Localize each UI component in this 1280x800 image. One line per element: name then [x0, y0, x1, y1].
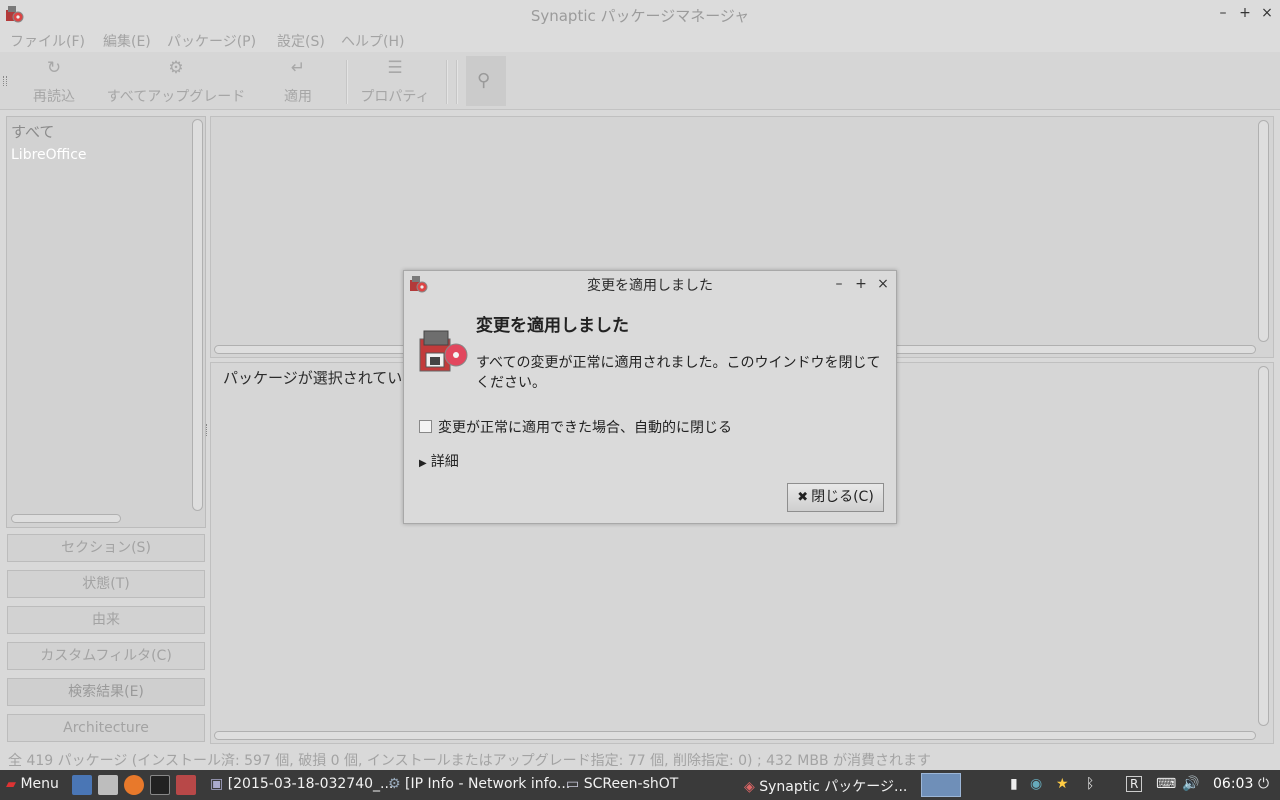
- r-indicator-icon[interactable]: R: [1126, 776, 1143, 792]
- changes-applied-dialog: 変更を適用しました – + × 変更を適用しました すべての変更が正常に適用され…: [403, 270, 897, 524]
- package-list-vertical-scrollbar[interactable]: [1258, 120, 1269, 342]
- bluetooth-icon[interactable]: ᛒ: [1086, 776, 1094, 792]
- filter-custom-button[interactable]: カスタムフィルタ(C): [7, 642, 205, 670]
- auto-close-label[interactable]: 変更が正常に適用できた場合、自動的に閉じる: [438, 417, 732, 437]
- details-expander[interactable]: ▶ 詳細: [419, 451, 459, 471]
- category-item-all[interactable]: すべて: [11, 121, 54, 142]
- description-horizontal-scrollbar[interactable]: [214, 731, 1256, 740]
- maximize-button[interactable]: +: [1236, 4, 1254, 22]
- apply-button[interactable]: ↵ 適用: [272, 56, 324, 106]
- reload-button[interactable]: ↻ 再読込: [26, 56, 82, 106]
- dialog-title: 変更を適用しました: [587, 278, 713, 294]
- upgrade-all-button[interactable]: ⚙ すべてアップグレード: [100, 56, 252, 106]
- toolbar-separator: [346, 60, 348, 104]
- filter-origin-button[interactable]: 由来: [7, 606, 205, 634]
- reload-label: 再読込: [33, 89, 75, 105]
- clock[interactable]: 06:03: [1213, 776, 1253, 792]
- menu-package[interactable]: パッケージ(P): [167, 31, 256, 51]
- task-screenshot-file[interactable]: ▣ [2015-03-18-032740_...: [210, 776, 393, 792]
- minimize-button[interactable]: –: [1214, 4, 1232, 22]
- show-desktop-icon[interactable]: [72, 775, 92, 795]
- dialog-close-label: 閉じる(C): [811, 489, 874, 505]
- dialog-titlebar[interactable]: 変更を適用しました – + ×: [404, 271, 896, 297]
- close-button[interactable]: ×: [1258, 4, 1276, 22]
- synaptic-task-icon: ◈: [744, 779, 755, 795]
- power-icon[interactable]: ⏻: [1258, 776, 1269, 792]
- category-item-libreoffice[interactable]: LibreOffice: [11, 147, 87, 163]
- terminal-icon[interactable]: [150, 775, 170, 795]
- task-label: SCReen-shOT: [583, 776, 679, 792]
- start-menu-button[interactable]: ▰ Menu: [6, 776, 59, 792]
- toolbar-grip[interactable]: [3, 76, 7, 86]
- dialog-close-icon[interactable]: ×: [875, 275, 891, 293]
- workspace-switcher[interactable]: [921, 773, 961, 797]
- window-title: Synaptic パッケージマネージャ: [530, 7, 750, 25]
- expander-arrow-icon: ▶: [419, 458, 427, 469]
- dialog-heading: 変更を適用しました: [476, 316, 629, 336]
- window-titlebar[interactable]: Synaptic パッケージマネージャ – + ×: [0, 0, 1280, 28]
- close-icon: ✖: [797, 490, 809, 505]
- auto-close-checkbox[interactable]: [419, 420, 432, 433]
- dialog-maximize-button[interactable]: +: [853, 275, 869, 293]
- clipboard-icon[interactable]: ▮: [1010, 776, 1018, 792]
- task-ip-info[interactable]: ⚙ [IP Info - Network info...: [388, 776, 570, 792]
- properties-button[interactable]: ☰ プロパティ: [354, 56, 436, 106]
- toolbar-separator: [446, 60, 448, 104]
- menu-settings[interactable]: 設定(S): [277, 31, 325, 51]
- taskbar: ▰ Menu ▣ [2015-03-18-032740_... ⚙ [IP In…: [0, 770, 1280, 800]
- synaptic-launcher-icon[interactable]: [176, 775, 196, 795]
- upgrade-all-label: すべてアップグレード: [106, 89, 246, 105]
- toolbar: ↻ 再読込 ⚙ すべてアップグレード ↵ 適用 ☰ プロパティ ⚲: [0, 52, 1280, 110]
- properties-icon: ☰: [387, 58, 403, 78]
- dialog-close-button[interactable]: ✖ 閉じる(C): [787, 483, 884, 512]
- status-bar: 全 419 パッケージ (インストール済: 597 個, 破損 0 個, インス…: [0, 748, 1280, 770]
- task-label: [2015-03-18-032740_...: [227, 776, 394, 792]
- filter-architecture-button[interactable]: Architecture: [7, 714, 205, 742]
- gear-icon: ⚙: [168, 58, 184, 78]
- properties-label: プロパティ: [360, 89, 430, 105]
- description-text: パッケージが選択されてい: [223, 369, 403, 387]
- reload-icon: ↻: [46, 58, 62, 78]
- start-menu-label: Menu: [20, 776, 59, 792]
- pane-resize-handle[interactable]: [206, 424, 209, 436]
- task-label: Synaptic パッケージ...: [759, 779, 908, 795]
- filter-search-results-button[interactable]: 検索結果(E): [7, 678, 205, 706]
- update-notifier-icon[interactable]: ★: [1056, 776, 1069, 792]
- menu-file[interactable]: ファイル(F): [10, 31, 85, 51]
- network-manager-icon[interactable]: ◉: [1030, 776, 1042, 792]
- search-icon: ⚲: [477, 70, 491, 91]
- filter-sections-button[interactable]: セクション(S): [7, 534, 205, 562]
- category-list[interactable]: すべて LibreOffice: [6, 116, 206, 528]
- status-text: 全 419 パッケージ (インストール済: 597 個, 破損 0 個, インス…: [8, 753, 932, 769]
- firefox-icon[interactable]: [124, 775, 144, 795]
- menu-help[interactable]: ヘルプ(H): [341, 31, 404, 51]
- volume-icon[interactable]: 🔊: [1182, 776, 1199, 792]
- toolbar-separator: [456, 60, 458, 104]
- menubar: ファイル(F) 編集(E) パッケージ(P) 設定(S) ヘルプ(H): [0, 28, 1280, 52]
- menu-logo-icon: ▰: [6, 777, 16, 792]
- apply-icon: ↵: [290, 58, 306, 78]
- description-vertical-scrollbar[interactable]: [1258, 366, 1269, 726]
- task-label: [IP Info - Network info...: [405, 776, 571, 792]
- filter-status-button[interactable]: 状態(T): [7, 570, 205, 598]
- apply-label: 適用: [284, 89, 312, 105]
- keyboard-icon[interactable]: ⌨: [1156, 776, 1176, 792]
- window-icon: ▭: [566, 776, 580, 792]
- task-synaptic[interactable]: ◈ Synaptic パッケージ...: [744, 776, 907, 796]
- network-icon: ⚙: [388, 776, 401, 792]
- category-vertical-scrollbar[interactable]: [192, 119, 203, 511]
- category-horizontal-scrollbar[interactable]: [11, 514, 121, 523]
- package-install-icon: [419, 330, 468, 372]
- file-manager-icon[interactable]: [98, 775, 118, 795]
- image-viewer-icon: ▣: [210, 776, 224, 792]
- search-button[interactable]: ⚲: [466, 56, 506, 106]
- dialog-minimize-button[interactable]: –: [831, 275, 847, 293]
- details-label: 詳細: [430, 454, 459, 470]
- task-screenshot[interactable]: ▭ SCReen-shOT: [566, 776, 678, 792]
- menu-edit[interactable]: 編集(E): [103, 31, 151, 51]
- dialog-message: すべての変更が正常に適用されました。このウインドウを閉じてください。: [476, 355, 881, 391]
